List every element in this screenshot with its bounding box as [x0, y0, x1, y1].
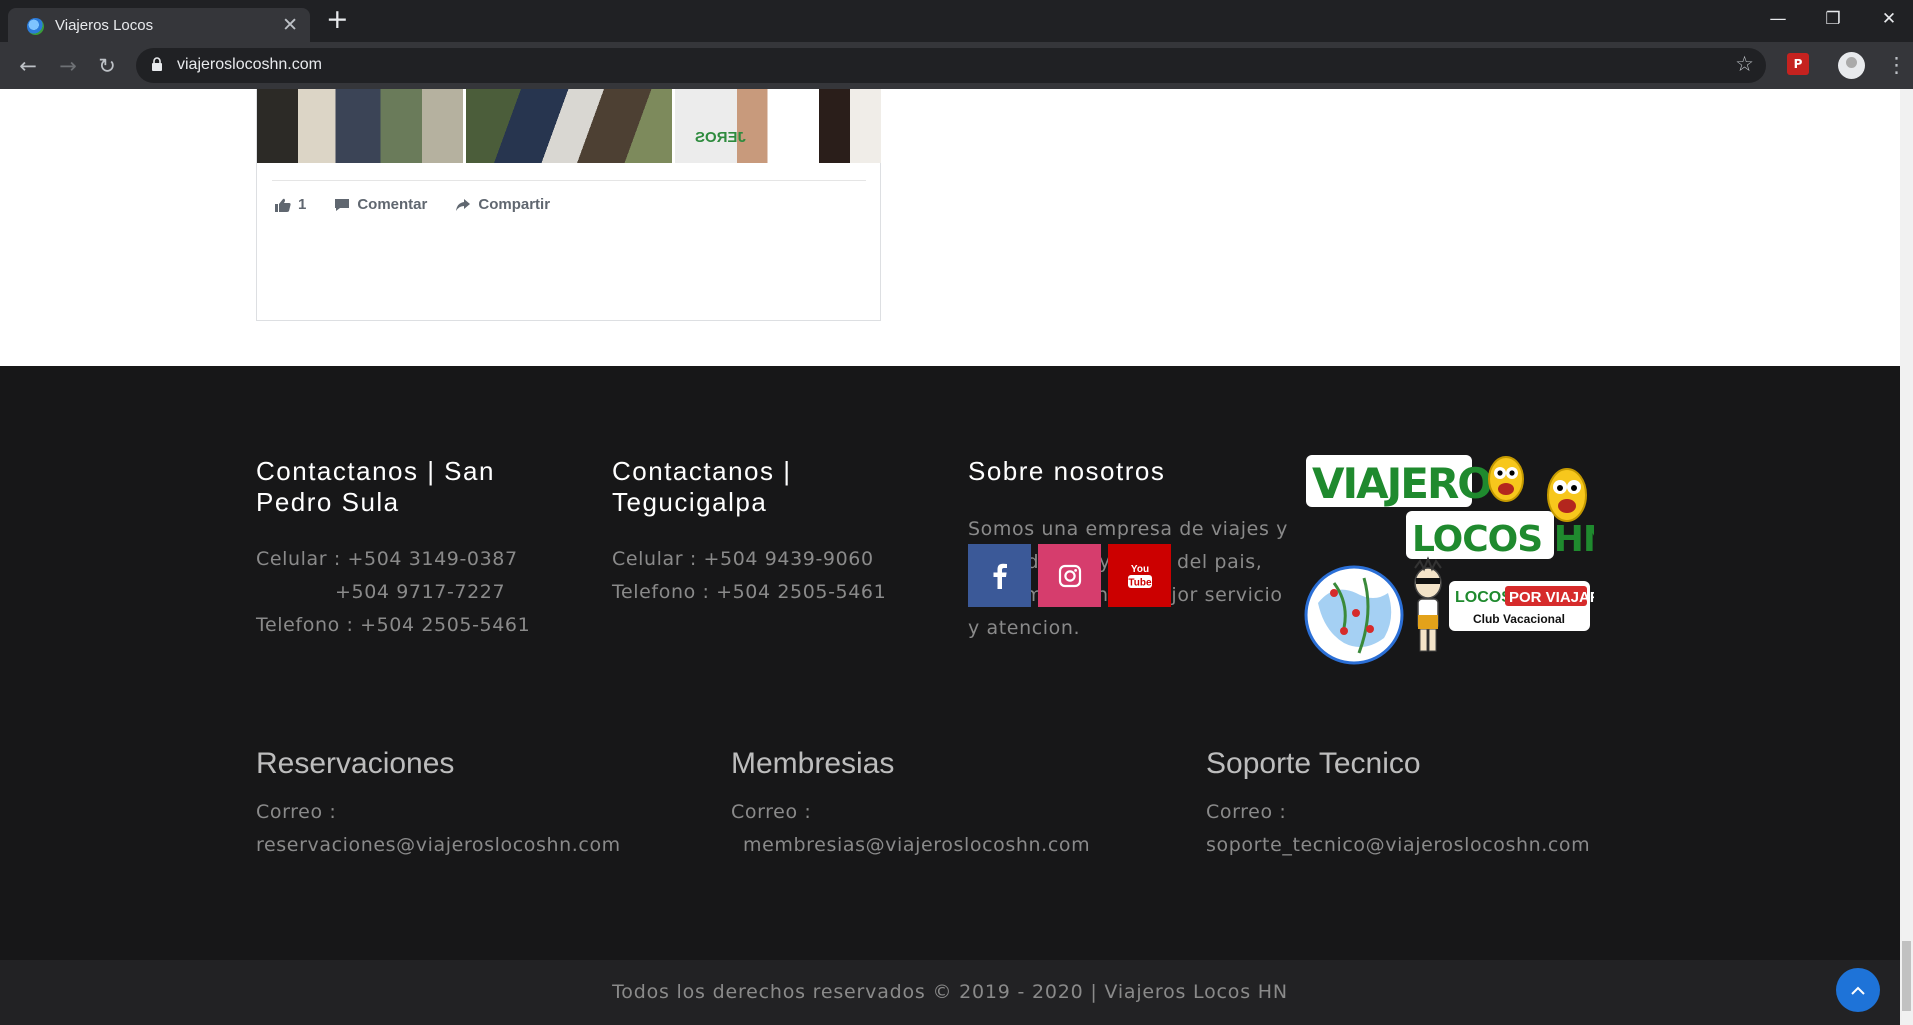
browser-toolbar: ← → ↻ viajeroslocoshn.com ☆ P ⋮: [0, 42, 1913, 89]
copyright-bar: Todos los derechos reservados © 2019 - 2…: [0, 960, 1900, 1025]
tgu-contact-title: Contactanos | Tegucigalpa: [612, 456, 792, 517]
close-tab-icon[interactable]: ✕: [282, 14, 298, 36]
post-photos: JEROS: [257, 89, 881, 163]
tab-title: Viajeros Locos: [55, 17, 154, 34]
forward-arrow-icon[interactable]: →: [53, 51, 83, 81]
like-button[interactable]: 1: [275, 196, 306, 213]
sps-telephone: Telefono : +504 2505-5461: [256, 614, 531, 636]
share-arrow-icon: [456, 198, 471, 211]
scrollbar-thumb[interactable]: [1902, 941, 1911, 1011]
thumbs-up-icon: [275, 198, 291, 212]
reservaciones-title: Reservaciones: [256, 747, 455, 780]
badge-subtitle: Club Vacacional: [1473, 612, 1565, 626]
like-count: 1: [298, 196, 307, 213]
scroll-to-top-button[interactable]: [1836, 968, 1880, 1012]
page-scrollbar[interactable]: [1900, 89, 1913, 1025]
soporte-title: Soporte Tecnico: [1206, 747, 1421, 780]
locos-por-viajar-badge: LOCOS POR VIAJAR Club Vacacional: [1449, 581, 1594, 631]
browser-tab[interactable]: Viajeros Locos ✕: [8, 8, 310, 42]
minimize-icon[interactable]: —: [1748, 4, 1808, 34]
tgu-cellphone: Celular : +504 9439-9060: [612, 548, 874, 570]
logo-line-1: VIAJEROS: [1312, 459, 1519, 508]
chevron-up-icon: [1851, 986, 1865, 995]
bookmark-star-icon[interactable]: ☆: [1735, 52, 1754, 76]
badge-text-2: POR VIAJAR: [1509, 589, 1594, 606]
facebook-post-embed: JEROS 1 Comentar Compartir: [256, 89, 881, 321]
facebook-icon: [993, 563, 1007, 589]
membresias-email-link[interactable]: membresias@viajeroslocoshn.com: [743, 829, 1090, 862]
extension-icon[interactable]: P: [1787, 53, 1809, 75]
svg-text:Tube: Tube: [1128, 577, 1152, 588]
logo-line-2: LOCOS HN: [1412, 519, 1594, 560]
close-window-icon[interactable]: ✕: [1859, 4, 1913, 34]
youtube-button[interactable]: You Tube: [1108, 544, 1171, 607]
cartoon-face-icon: [1547, 468, 1587, 522]
post-photo[interactable]: [257, 89, 463, 163]
instagram-icon: [1058, 564, 1081, 587]
youtube-icon: You Tube: [1127, 564, 1152, 588]
reservaciones-label: Correo :: [256, 801, 337, 823]
soporte-email-link[interactable]: soporte_tecnico@viajeroslocoshn.com: [1206, 829, 1590, 862]
membresias-label: Correo :: [731, 801, 812, 823]
browser-menu-icon[interactable]: ⋮: [1886, 51, 1907, 79]
viajeros-locos-logo: VIAJEROS LOCOS HN LOCOS POR VIAJAR Club …: [1304, 455, 1594, 665]
page-viewport: JEROS 1 Comentar Compartir Contactanos |…: [0, 89, 1900, 1025]
comment-label: Comentar: [357, 196, 428, 213]
comment-icon: [335, 198, 350, 211]
comment-button[interactable]: Comentar: [334, 196, 427, 213]
sps-contact-title: Contactanos | San Pedro Sula: [256, 456, 495, 517]
photo-shirt-text: JEROS: [695, 129, 746, 146]
soporte-label: Correo :: [1206, 801, 1287, 823]
profile-avatar[interactable]: [1838, 52, 1865, 79]
copyright-text: Todos los derechos reservados © 2019 - 2…: [612, 981, 1288, 1003]
lock-icon: [152, 57, 162, 71]
share-button[interactable]: Compartir: [455, 196, 550, 213]
address-bar[interactable]: viajeroslocoshn.com ☆: [136, 48, 1766, 83]
share-label: Compartir: [478, 196, 551, 213]
about-title: Sobre nosotros: [968, 456, 1166, 486]
svg-text:You: You: [1130, 564, 1148, 575]
facebook-button[interactable]: [968, 544, 1031, 607]
new-tab-button[interactable]: +: [326, 6, 349, 34]
sps-cellphone-2: +504 9717-7227: [335, 581, 506, 603]
tgu-telephone: Telefono : +504 2505-5461: [612, 581, 887, 603]
restore-icon[interactable]: ❐: [1803, 4, 1863, 34]
reservaciones-email-link[interactable]: reservaciones@viajeroslocoshn.com: [256, 829, 621, 862]
site-favicon-icon: [27, 18, 44, 35]
sps-cellphone: Celular : +504 3149-0387: [256, 548, 518, 570]
post-divider: [272, 180, 866, 181]
post-photo[interactable]: [466, 89, 672, 163]
post-actions: 1 Comentar Compartir: [275, 196, 550, 213]
reload-icon[interactable]: ↻: [92, 51, 122, 81]
instagram-button[interactable]: [1038, 544, 1101, 607]
post-photo[interactable]: JEROS: [675, 89, 881, 163]
mascot-icon: [1414, 556, 1442, 652]
membresias-title: Membresias: [731, 747, 895, 780]
globe-icon: [1304, 565, 1404, 665]
badge-text-1: LOCOS: [1455, 589, 1512, 606]
cartoon-face-icon: [1488, 456, 1524, 502]
url-text: viajeroslocoshn.com: [177, 56, 322, 73]
browser-tabbar: Viajeros Locos ✕ + — ❐ ✕: [0, 0, 1913, 42]
back-arrow-icon[interactable]: ←: [13, 51, 43, 81]
